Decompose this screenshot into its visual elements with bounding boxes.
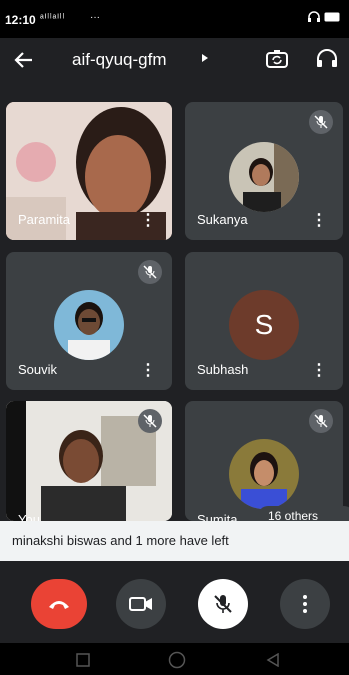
mic-off-icon xyxy=(309,110,333,134)
more-options-icon[interactable]: ⋮ xyxy=(311,210,327,230)
camera-toggle-button[interactable] xyxy=(116,579,166,629)
participant-avatar xyxy=(54,290,124,360)
call-controls xyxy=(0,561,349,643)
home-icon[interactable] xyxy=(168,651,186,669)
more-options-icon[interactable]: ⋮ xyxy=(140,360,156,380)
participant-tile-souvik[interactable]: Souvik ⋮ xyxy=(6,252,172,390)
mic-off-icon xyxy=(138,409,162,433)
audio-output-icon[interactable] xyxy=(314,46,340,72)
caret-right-icon[interactable] xyxy=(200,52,210,66)
meeting-header: aif-qyuq-gfm xyxy=(0,38,349,90)
switch-camera-icon[interactable] xyxy=(264,46,290,72)
participant-name: Souvik xyxy=(18,362,58,377)
system-nav-bar xyxy=(0,643,349,675)
end-call-button[interactable] xyxy=(31,579,87,629)
videocam-icon xyxy=(129,597,152,611)
participant-tile-paramita[interactable]: Paramita ⋮ xyxy=(6,102,172,240)
meeting-code[interactable]: aif-qyuq-gfm xyxy=(72,50,166,70)
participant-avatar xyxy=(229,439,299,509)
more-options-icon[interactable]: ⋮ xyxy=(311,360,327,380)
headphone-battery-icons xyxy=(307,11,341,26)
participant-name: You xyxy=(18,512,40,521)
participant-tile-you[interactable]: You xyxy=(6,401,172,521)
participant-name: Paramita xyxy=(18,212,71,227)
back-arrow-icon[interactable] xyxy=(12,48,36,78)
participant-tile-subhash[interactable]: S Subhash ⋮ xyxy=(185,252,343,390)
participant-name: Subhash xyxy=(197,362,249,377)
participant-left-toast: minakshi biswas and 1 more have left xyxy=(0,521,349,561)
status-more: ··· xyxy=(90,12,100,23)
more-vert-icon xyxy=(303,595,307,613)
more-options-icon[interactable]: ⋮ xyxy=(140,210,156,230)
hang-up-icon xyxy=(49,601,69,609)
participant-name: Sumita xyxy=(197,512,238,521)
participant-avatar xyxy=(229,142,299,212)
mic-toggle-button[interactable] xyxy=(198,579,248,629)
mic-off-icon xyxy=(138,260,162,284)
participant-name: Sukanya xyxy=(197,212,248,227)
more-options-button[interactable] xyxy=(280,579,330,629)
back-icon[interactable] xyxy=(266,653,280,667)
signal-icon: ᵃᴵˡˡᵃᴵˡˡ xyxy=(40,13,66,24)
mic-off-icon xyxy=(214,595,232,613)
participant-tile-sumita[interactable]: Sumita xyxy=(185,401,343,521)
participant-tile-sukanya[interactable]: Sukanya ⋮ xyxy=(185,102,343,240)
mic-off-icon xyxy=(309,409,333,433)
status-bar: 12:10 ᵃᴵˡˡᵃᴵˡˡ ··· xyxy=(0,0,349,38)
recents-icon[interactable] xyxy=(76,653,90,667)
status-time: 12:10 xyxy=(5,13,36,27)
participant-initial-avatar: S xyxy=(229,290,299,360)
